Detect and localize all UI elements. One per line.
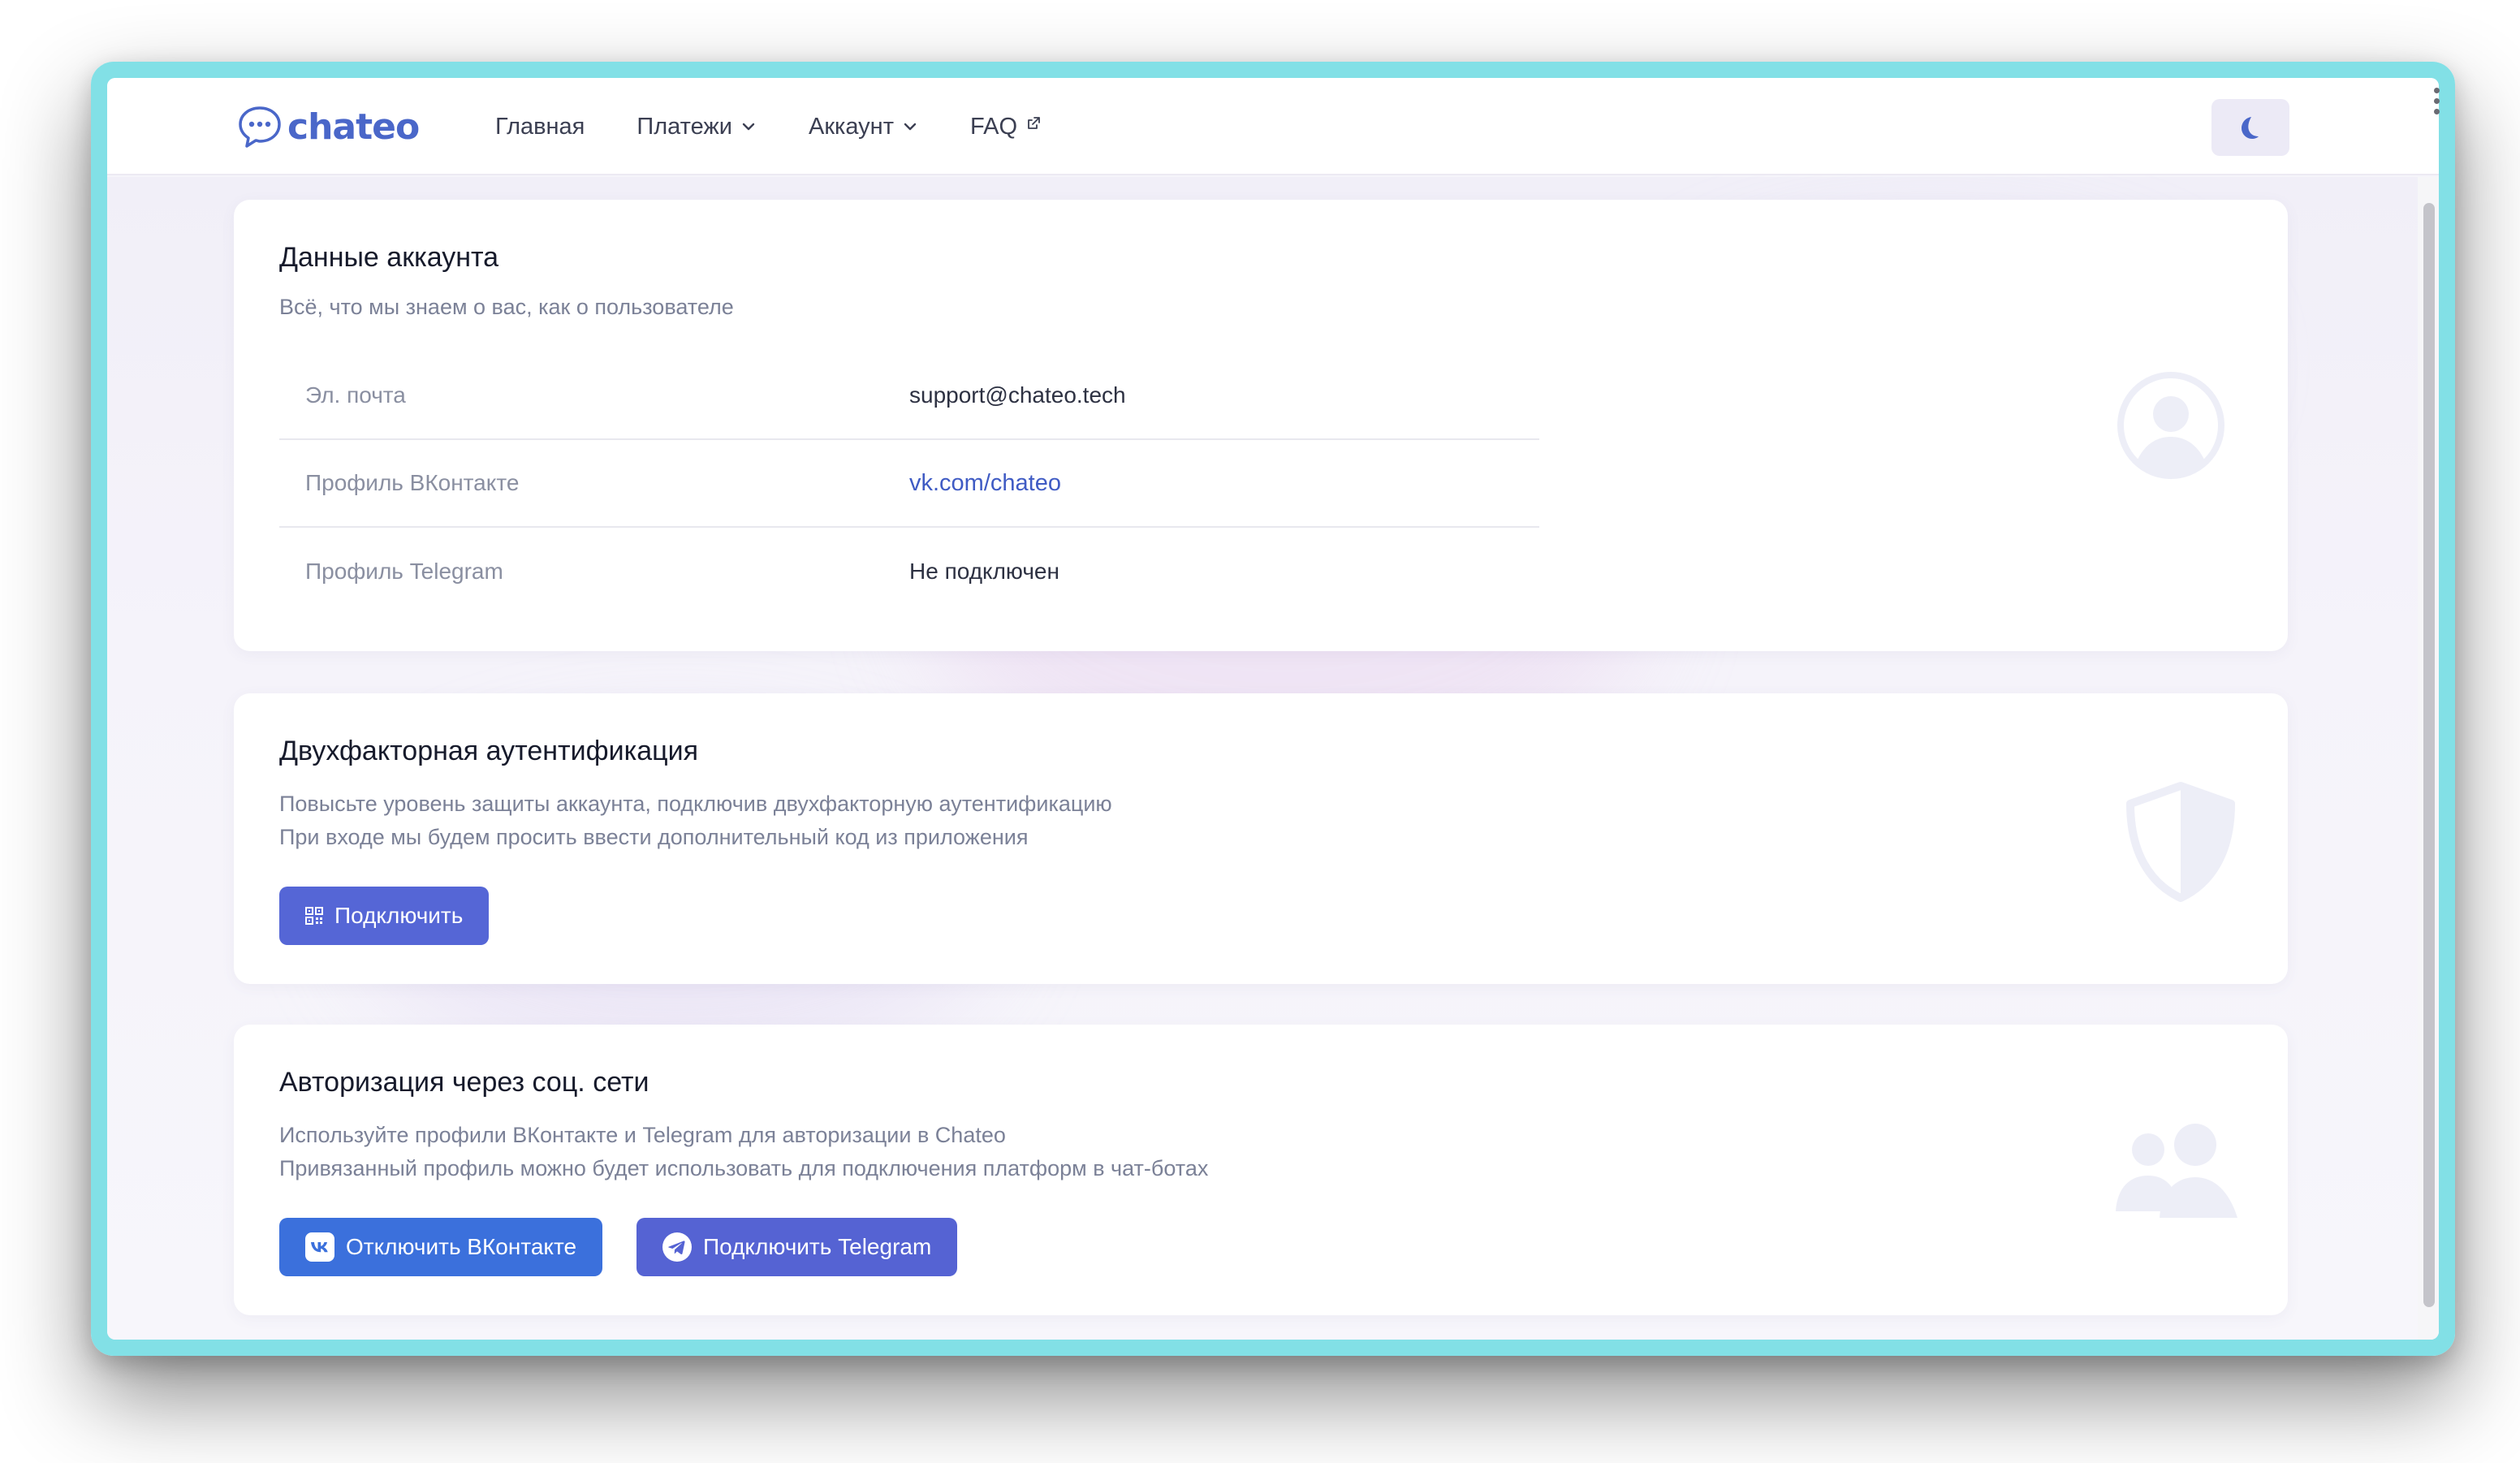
theme-toggle-button[interactable] — [2211, 99, 2289, 156]
moon-icon — [2242, 117, 2259, 139]
nav-item-account[interactable]: Аккаунт — [809, 114, 918, 140]
browser-window: chateo Главная Платежи Аккаунт FAQ Данны… — [91, 62, 2455, 1356]
shield-icon — [2126, 782, 2235, 902]
main-nav: Главная Платежи Аккаунт FAQ — [495, 78, 1094, 175]
info-row-telegram: Профиль Telegram Не подключен — [279, 528, 1539, 615]
card-subtitle-line: При входе мы будем просить ввести дополн… — [279, 825, 1029, 849]
button-label: Подключить — [334, 903, 464, 928]
brand-name: chateo — [287, 106, 420, 148]
scrollbar-thumb[interactable] — [2423, 203, 2435, 1307]
nav-item-label: Аккаунт — [809, 113, 894, 140]
two-factor-card: Двухфакторная аутентификация Повысьте ур… — [234, 693, 2288, 984]
disconnect-vk-button[interactable]: Отключить ВКонтакте — [279, 1218, 603, 1276]
page-viewport: chateo Главная Платежи Аккаунт FAQ Данны… — [107, 78, 2439, 1340]
users-icon — [2116, 1124, 2237, 1218]
account-data-card: Данные аккаунта Всё, что мы знаем о вас,… — [234, 200, 2288, 651]
telegram-status: Не подключен — [909, 559, 1059, 584]
brand-logo[interactable]: chateo — [237, 104, 420, 149]
card-title: Двухфакторная аутентификация — [279, 736, 698, 766]
user-circle-icon — [2117, 372, 2224, 479]
account-info-table: Эл. почта support@chateo.tech Профиль ВК… — [279, 352, 1539, 615]
info-label: Профиль Telegram — [305, 559, 503, 584]
email-value: support@chateo.tech — [909, 382, 1126, 408]
info-row-email: Эл. почта support@chateo.tech — [279, 352, 1539, 440]
info-label: Профиль ВКонтакте — [305, 470, 520, 495]
info-label: Эл. почта — [305, 382, 406, 408]
card-title: Авторизация через соц. сети — [279, 1067, 649, 1098]
nav-item-label: Платежи — [636, 113, 733, 140]
vk-icon — [305, 1232, 334, 1262]
nav-item-home[interactable]: Главная — [495, 114, 585, 140]
vk-profile-link[interactable]: vk.com/chateo — [909, 470, 1061, 497]
card-subtitle-line: Повысьте уровень защиты аккаунта, подклю… — [279, 792, 1112, 816]
card-title: Данные аккаунта — [279, 242, 499, 273]
info-row-vk: Профиль ВКонтакте vk.com/chateo — [279, 440, 1539, 528]
connect-telegram-button[interactable]: Подключить Telegram — [636, 1218, 958, 1276]
card-subtitle: Всё, что мы знаем о вас, как о пользоват… — [279, 295, 734, 319]
telegram-icon — [662, 1232, 692, 1262]
nav-item-label: FAQ — [969, 113, 1017, 140]
social-auth-card: Авторизация через соц. сети Используйте … — [234, 1025, 2288, 1315]
button-label: Отключить ВКонтакте — [346, 1234, 577, 1259]
nav-item-faq[interactable]: FAQ — [970, 114, 1042, 140]
external-link-icon — [1028, 117, 1040, 129]
chevron-down-icon — [742, 123, 755, 131]
chevron-down-icon — [904, 123, 917, 131]
chat-bubble-icon — [239, 106, 281, 148]
card-subtitle-line: Используйте профили ВКонтакте и Telegram… — [279, 1123, 1006, 1147]
nav-item-payments[interactable]: Платежи — [636, 114, 757, 140]
qr-code-icon — [305, 907, 323, 925]
card-subtitle-line: Привязанный профиль можно будет использо… — [279, 1156, 1209, 1180]
button-label: Подключить Telegram — [703, 1234, 932, 1259]
enable-2fa-button[interactable]: Подключить — [279, 887, 490, 945]
window-resize-handle[interactable] — [2434, 88, 2440, 114]
top-navbar: chateo Главная Платежи Аккаунт FAQ — [107, 78, 2439, 175]
nav-item-label: Главная — [495, 113, 585, 140]
